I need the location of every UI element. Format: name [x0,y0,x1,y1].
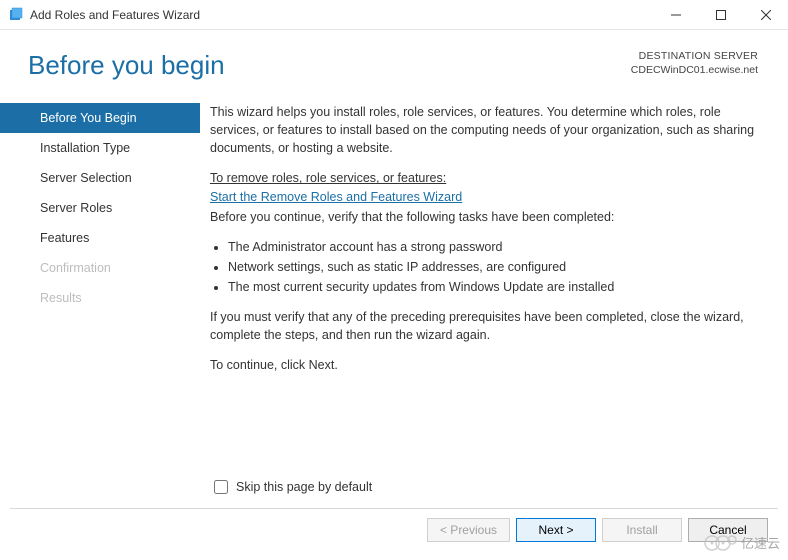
sidebar-item-results: Results [0,283,200,313]
sidebar-item-installation-type[interactable]: Installation Type [0,133,200,163]
intro-text: This wizard helps you install roles, rol… [210,103,764,157]
wizard-sidebar: Before You Begin Installation Type Serve… [0,91,200,491]
continue-note: To continue, click Next. [210,356,764,374]
sidebar-item-features[interactable]: Features [0,223,200,253]
sidebar-item-confirmation: Confirmation [0,253,200,283]
skip-page-label: Skip this page by default [236,480,372,494]
page-title: Before you begin [28,50,225,81]
separator [10,508,778,509]
install-button: Install [602,518,682,542]
page-header: Before you begin DESTINATION SERVER CDEC… [0,30,788,91]
previous-button: < Previous [427,518,510,542]
window-controls [653,0,788,29]
verify-note: If you must verify that any of the prece… [210,308,764,344]
close-button[interactable] [743,0,788,29]
sidebar-item-label: Server Roles [40,201,112,215]
wizard-content: This wizard helps you install roles, rol… [200,91,788,491]
wizard-icon [8,7,24,23]
list-item: The Administrator account has a strong p… [228,238,764,256]
skip-page-checkbox[interactable] [214,480,228,494]
verify-label: Before you continue, verify that the fol… [210,208,764,226]
wizard-body: Before You Begin Installation Type Serve… [0,91,788,491]
sidebar-item-label: Features [40,231,89,245]
sidebar-item-label: Before You Begin [40,111,137,125]
sidebar-item-label: Confirmation [40,261,111,275]
remove-label: To remove roles, role services, or featu… [210,171,446,185]
watermark-text: 亿速云 [741,533,780,552]
watermark: 亿速云 [703,532,780,552]
sidebar-item-label: Installation Type [40,141,130,155]
prerequisites-list: The Administrator account has a strong p… [210,238,764,296]
skip-page-checkbox-row[interactable]: Skip this page by default [214,480,372,494]
remove-roles-link[interactable]: Start the Remove Roles and Features Wiza… [210,190,462,204]
destination-server-value: CDECWinDC01.ecwise.net [631,64,758,78]
sidebar-item-before-you-begin[interactable]: Before You Begin [0,103,200,133]
list-item: The most current security updates from W… [228,278,764,296]
window-title: Add Roles and Features Wizard [30,8,653,22]
titlebar: Add Roles and Features Wizard [0,0,788,30]
minimize-button[interactable] [653,0,698,29]
sidebar-item-label: Results [40,291,82,305]
destination-server-block: DESTINATION SERVER CDECWinDC01.ecwise.ne… [631,50,758,77]
next-button[interactable]: Next > [516,518,596,542]
sidebar-item-server-selection[interactable]: Server Selection [0,163,200,193]
sidebar-item-label: Server Selection [40,171,132,185]
sidebar-item-server-roles[interactable]: Server Roles [0,193,200,223]
maximize-button[interactable] [698,0,743,29]
destination-server-label: DESTINATION SERVER [631,50,758,64]
list-item: Network settings, such as static IP addr… [228,258,764,276]
